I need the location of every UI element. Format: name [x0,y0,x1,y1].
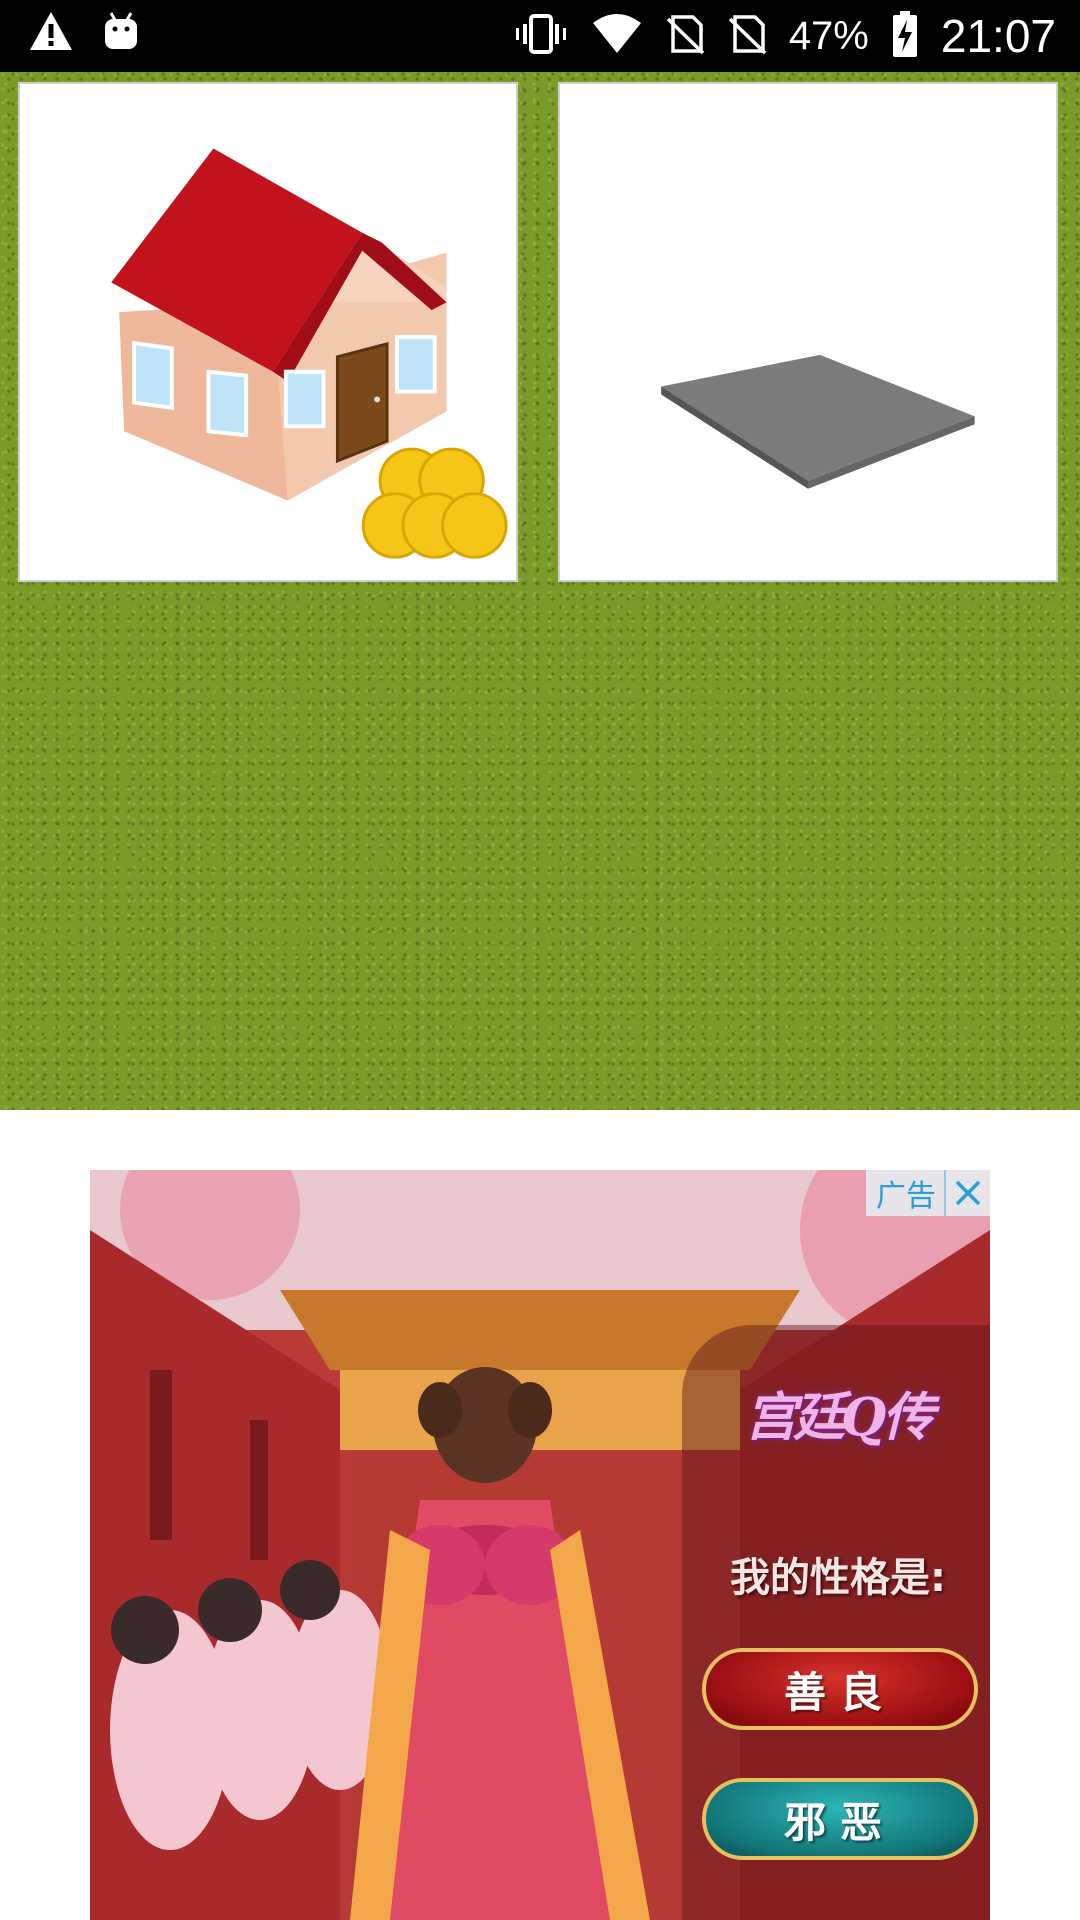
game-board[interactable] [0,72,1080,1110]
close-icon[interactable] [944,1170,990,1216]
ad-question-text: 我的性格是: [730,1555,946,1601]
no-sim-icon [665,13,705,60]
plot-icon [661,354,975,489]
ad-label: 广告 [876,1179,936,1214]
ad-choice-good-button[interactable]: 善良 [702,1648,978,1730]
vibrate-icon [513,12,569,61]
ad-game-logo: 宫廷Q传 [745,1387,934,1448]
ad-choice-evil-button[interactable]: 邪恶 [702,1778,978,1860]
battery-charging-icon [891,10,919,63]
status-bar: 47% 21:07 [0,0,1080,72]
battery-percent: 47% [788,13,869,58]
ad-badge: 广告 [866,1170,990,1216]
tile-empty-plot[interactable] [558,82,1058,582]
clock: 21:07 [940,10,1056,62]
wifi-icon [591,13,643,60]
android-icon [102,11,140,56]
house-icon [111,148,508,559]
no-sim-icon [727,13,767,60]
ad-banner[interactable]: 宫廷Q传 我的性格是: 善良 邪恶 广告 [90,1170,990,1920]
warning-icon [28,10,74,57]
coins-icon [361,447,508,559]
tile-house[interactable] [18,82,518,582]
